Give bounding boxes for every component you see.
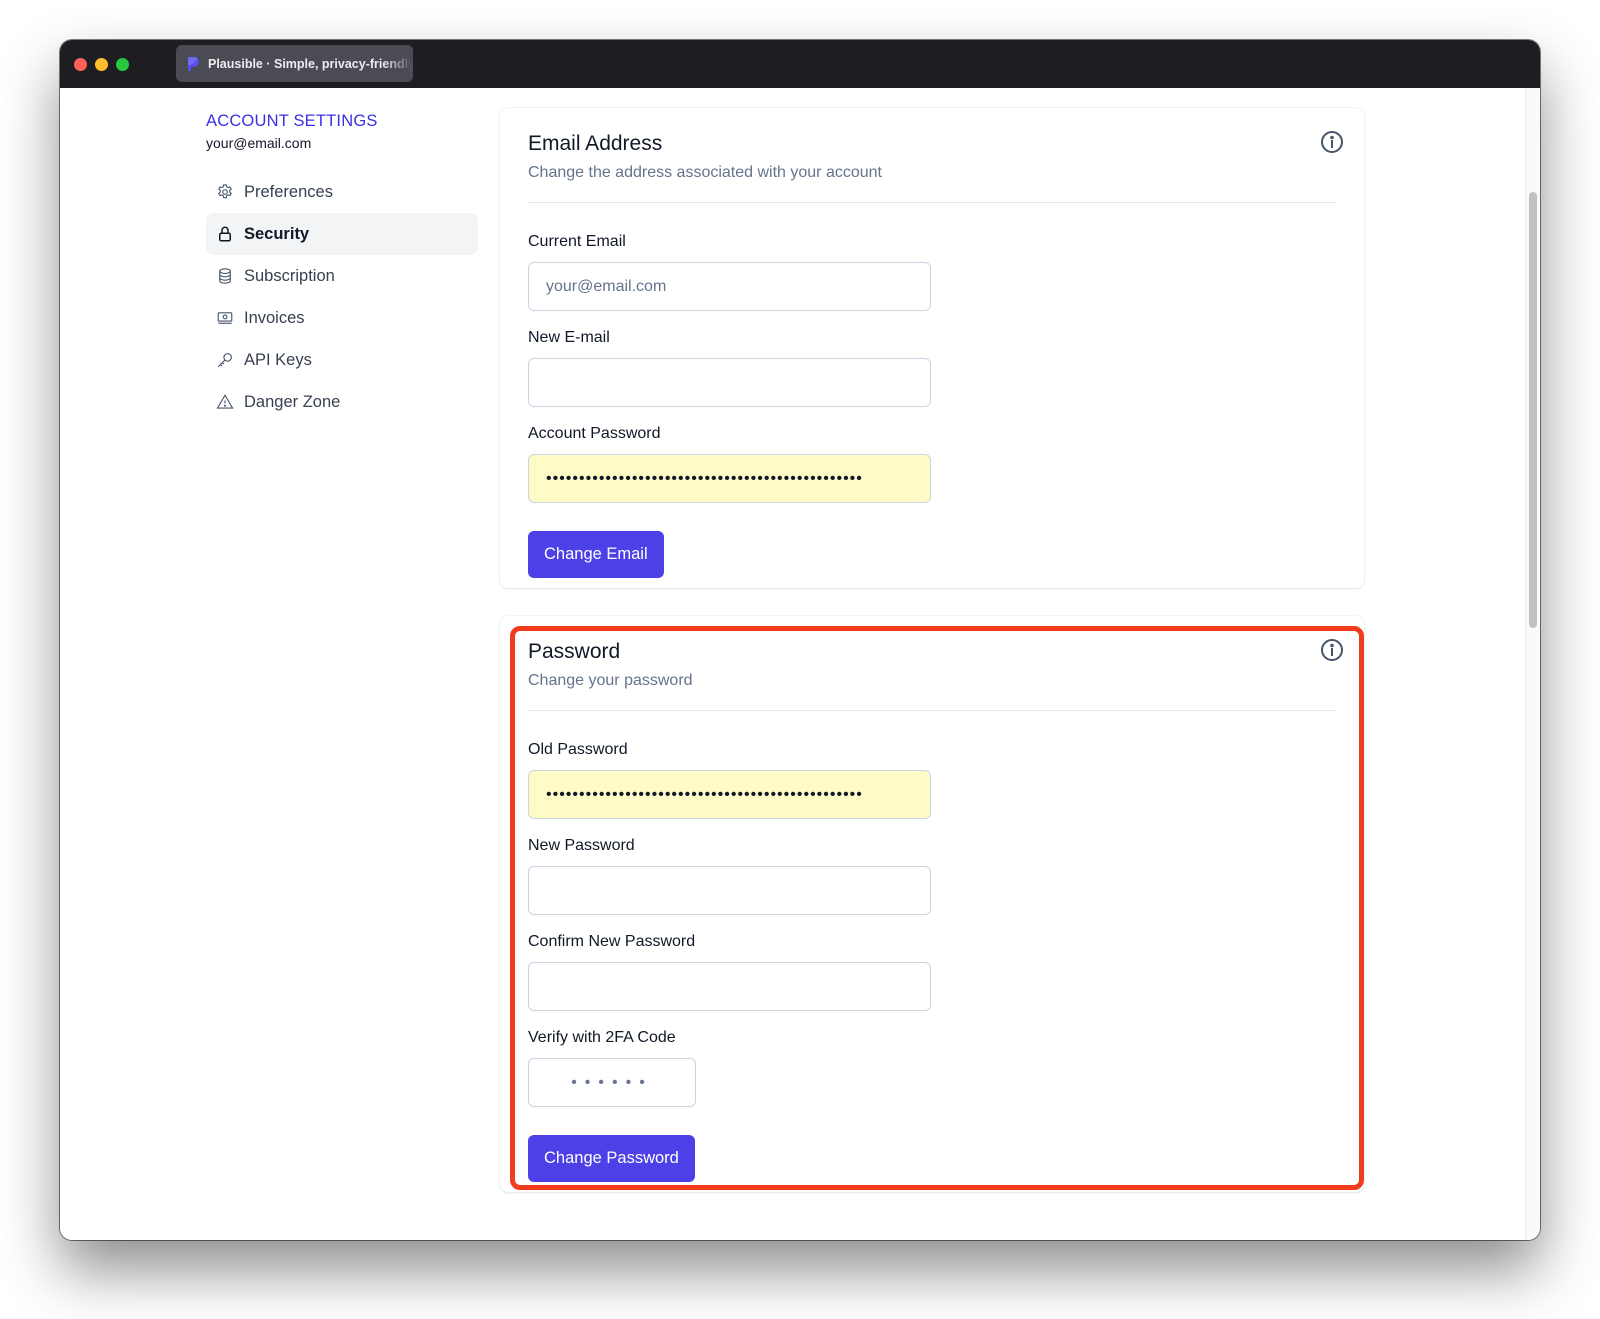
sidebar-email: your@email.com: [206, 135, 312, 151]
sidebar-item-invoices[interactable]: Invoices: [206, 297, 478, 339]
settings-sidebar: ACCOUNT SETTINGS your@email.com Preferen…: [206, 112, 478, 423]
title-bar: Plausible · Simple, privacy-friendly: [60, 40, 1540, 88]
account-password-input[interactable]: [528, 454, 931, 503]
info-icon[interactable]: [1320, 130, 1344, 154]
sidebar-item-label: Danger Zone: [244, 392, 341, 411]
page-content: ACCOUNT SETTINGS your@email.com Preferen…: [60, 88, 1540, 1240]
card-title: Password: [528, 640, 621, 663]
gear-icon: [216, 183, 234, 201]
browser-window: Plausible · Simple, privacy-friendly ACC…: [60, 40, 1540, 1240]
new-email-input[interactable]: [528, 358, 931, 407]
scrollbar[interactable]: [1525, 88, 1540, 1240]
sidebar-item-api-keys[interactable]: API Keys: [206, 339, 478, 381]
divider: [528, 202, 1336, 203]
divider: [528, 710, 1336, 711]
sidebar-item-subscription[interactable]: Subscription: [206, 255, 478, 297]
key-icon: [216, 351, 234, 369]
confirm-password-input[interactable]: [528, 962, 931, 1011]
browser-tab[interactable]: Plausible · Simple, privacy-friendly: [176, 45, 413, 82]
current-email-input[interactable]: [528, 262, 931, 311]
change-password-button[interactable]: Change Password: [528, 1135, 695, 1182]
twofa-code-input[interactable]: [528, 1058, 696, 1107]
settings-nav: Preferences Security Subscription Invoic…: [206, 171, 478, 423]
warning-icon: [216, 393, 234, 411]
card-subtitle: Change your password: [528, 672, 693, 689]
minimize-window-button[interactable]: [95, 58, 108, 71]
new-password-label: New Password: [528, 837, 635, 854]
old-password-label: Old Password: [528, 741, 628, 758]
email-address-card: Email Address Change the address associa…: [500, 108, 1364, 588]
sidebar-item-label: Security: [244, 224, 310, 243]
new-email-label: New E-mail: [528, 329, 610, 346]
sidebar-item-label: Subscription: [244, 266, 335, 285]
sidebar-item-label: API Keys: [244, 350, 312, 369]
sidebar-item-label: Invoices: [244, 308, 305, 327]
tab-title: Plausible · Simple, privacy-friendly: [208, 56, 413, 71]
sidebar-item-preferences[interactable]: Preferences: [206, 171, 478, 213]
confirm-password-label: Confirm New Password: [528, 933, 696, 950]
current-email-label: Current Email: [528, 233, 626, 250]
maximize-window-button[interactable]: [116, 58, 129, 71]
scrollbar-thumb[interactable]: [1529, 192, 1537, 628]
new-password-input[interactable]: [528, 866, 931, 915]
plausible-logo-icon: [188, 56, 199, 71]
lock-icon: [216, 225, 234, 243]
sidebar-item-security[interactable]: Security: [206, 213, 478, 255]
database-icon: [216, 267, 234, 285]
twofa-label: Verify with 2FA Code: [528, 1029, 676, 1046]
sidebar-heading: ACCOUNT SETTINGS: [206, 112, 378, 130]
card-subtitle: Change the address associated with your …: [528, 164, 882, 181]
sidebar-item-label: Preferences: [244, 182, 333, 201]
change-email-button[interactable]: Change Email: [528, 531, 664, 578]
old-password-input[interactable]: [528, 770, 931, 819]
sidebar-item-danger-zone[interactable]: Danger Zone: [206, 381, 478, 423]
info-icon[interactable]: [1320, 638, 1344, 662]
close-window-button[interactable]: [74, 58, 87, 71]
account-password-label: Account Password: [528, 425, 661, 442]
card-title: Email Address: [528, 132, 663, 155]
password-card: Password Change your password Old Passwo…: [500, 616, 1364, 1192]
banknotes-icon: [216, 309, 234, 327]
